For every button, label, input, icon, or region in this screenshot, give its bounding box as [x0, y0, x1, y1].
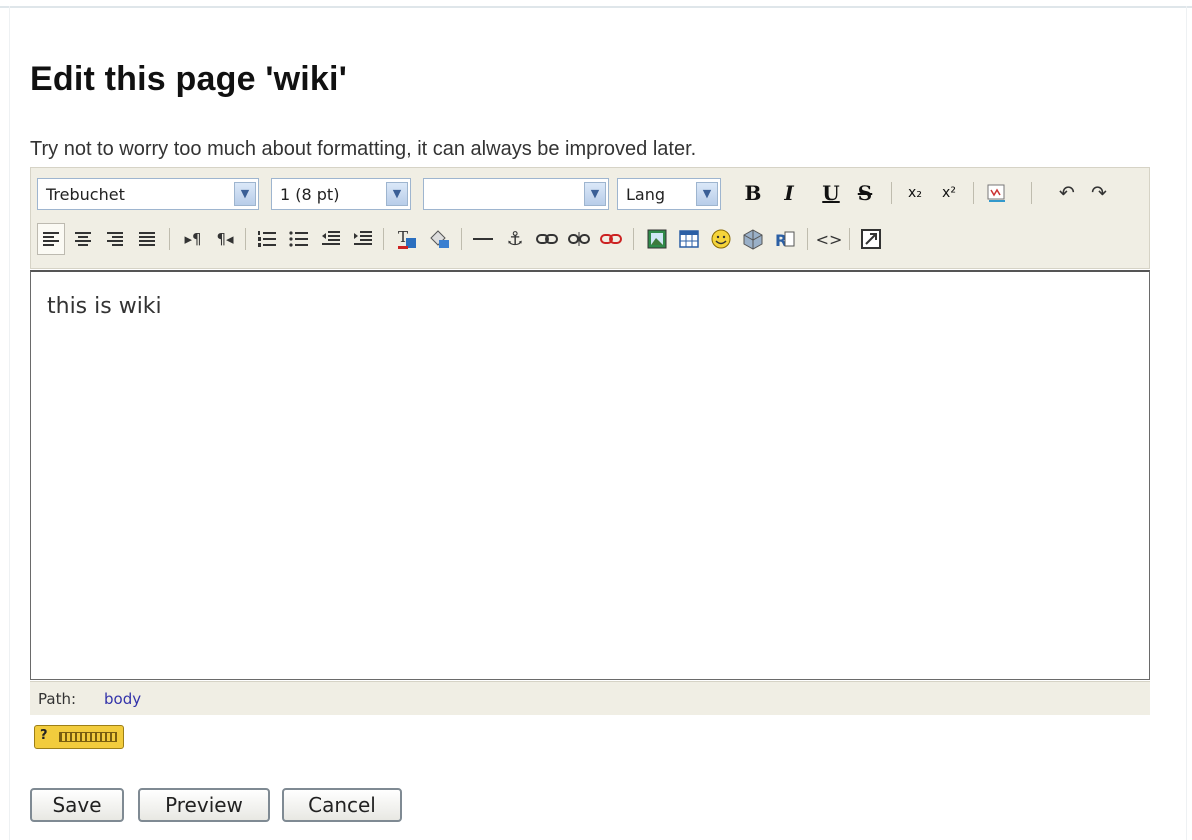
ltr-icon[interactable]: ▸¶	[179, 223, 207, 255]
font-family-select[interactable]: Trebuchet ▼	[37, 178, 259, 210]
font-family-value: Trebuchet	[46, 185, 125, 204]
indent-icon[interactable]	[349, 223, 377, 255]
cancel-button[interactable]: Cancel	[282, 788, 402, 822]
toolbar-separator	[461, 228, 462, 250]
toolbar-separator	[1031, 182, 1032, 204]
keyboard-icon	[59, 732, 117, 742]
toolbar-separator	[383, 228, 384, 250]
editor-text: this is wiki	[47, 294, 162, 319]
question-icon: ?	[40, 728, 48, 743]
strikethrough-icon[interactable]: S	[851, 176, 879, 210]
toolbar-separator	[807, 228, 808, 250]
chevron-down-icon: ▼	[386, 182, 408, 206]
path-body-link[interactable]: body	[104, 690, 141, 708]
link-icon[interactable]	[533, 223, 561, 255]
underline-icon[interactable]: U	[817, 176, 845, 210]
table-icon[interactable]	[675, 223, 703, 255]
bold-icon[interactable]: B	[739, 176, 767, 210]
page-right-border	[1186, 6, 1187, 840]
toolbar-separator	[849, 228, 850, 250]
media-icon[interactable]	[739, 223, 767, 255]
chevron-down-icon: ▼	[696, 182, 718, 206]
page-title: Edit this page 'wiki'	[30, 60, 347, 98]
toolbar-separator	[891, 182, 892, 204]
toolbar-separator	[633, 228, 634, 250]
html-source-icon[interactable]: <>	[815, 223, 843, 255]
chevron-down-icon: ▼	[234, 182, 256, 206]
subscript-icon[interactable]: x₂	[901, 176, 929, 210]
keyboard-shortcuts-help-icon[interactable]: ?	[34, 725, 124, 749]
text-color-icon[interactable]: T	[393, 223, 421, 255]
replace-icon[interactable]: R	[771, 223, 799, 255]
path-label: Path:	[38, 690, 77, 708]
superscript-icon[interactable]: x²	[935, 176, 963, 210]
background-color-icon[interactable]	[425, 223, 453, 255]
unordered-list-icon[interactable]	[285, 223, 313, 255]
rtl-icon[interactable]: ¶◂	[211, 223, 239, 255]
page-left-border	[9, 6, 10, 840]
fullscreen-icon[interactable]	[857, 223, 885, 255]
anchor-icon[interactable]: ⚓	[501, 223, 529, 255]
preview-button[interactable]: Preview	[138, 788, 270, 822]
horizontal-rule-icon[interactable]	[469, 223, 497, 255]
page-link-icon[interactable]	[597, 223, 625, 255]
emoticon-icon[interactable]	[707, 223, 735, 255]
undo-icon[interactable]: ↶	[1053, 177, 1081, 209]
align-left-icon[interactable]	[37, 223, 65, 255]
toolbar-separator	[973, 182, 974, 204]
spellcheck-icon[interactable]	[983, 177, 1011, 209]
rich-text-editor: Trebuchet ▼ 1 (8 pt) ▼ ▼ Lang ▼ B I U S …	[30, 167, 1150, 715]
font-size-select[interactable]: 1 (8 pt) ▼	[271, 178, 411, 210]
unlink-icon[interactable]	[565, 223, 593, 255]
redo-icon[interactable]: ↷	[1085, 177, 1113, 209]
toolbar-row-1: Trebuchet ▼ 1 (8 pt) ▼ ▼ Lang ▼ B I U S …	[31, 172, 1151, 216]
page-top-border	[0, 6, 1192, 8]
italic-icon[interactable]: I	[775, 176, 803, 210]
lang-value: Lang	[626, 185, 666, 204]
outdent-icon[interactable]	[317, 223, 345, 255]
editor-toolbar: Trebuchet ▼ 1 (8 pt) ▼ ▼ Lang ▼ B I U S …	[30, 167, 1150, 269]
toolbar-row-2: ▸¶ ¶◂ T ⚓ R <>	[31, 218, 1151, 262]
chevron-down-icon: ▼	[584, 182, 606, 206]
align-right-icon[interactable]	[101, 223, 129, 255]
align-justify-icon[interactable]	[133, 223, 161, 255]
ordered-list-icon[interactable]	[253, 223, 281, 255]
format-select[interactable]: ▼	[423, 178, 609, 210]
lang-select[interactable]: Lang ▼	[617, 178, 721, 210]
align-center-icon[interactable]	[69, 223, 97, 255]
save-button[interactable]: Save	[30, 788, 124, 822]
toolbar-separator	[245, 228, 246, 250]
font-size-value: 1 (8 pt)	[280, 185, 340, 204]
image-icon[interactable]	[643, 223, 671, 255]
formatting-hint: Try not to worry too much about formatti…	[30, 138, 697, 160]
editor-content-area[interactable]: this is wiki	[30, 270, 1150, 680]
toolbar-separator	[169, 228, 170, 250]
editor-statusbar: Path: body	[30, 681, 1150, 715]
